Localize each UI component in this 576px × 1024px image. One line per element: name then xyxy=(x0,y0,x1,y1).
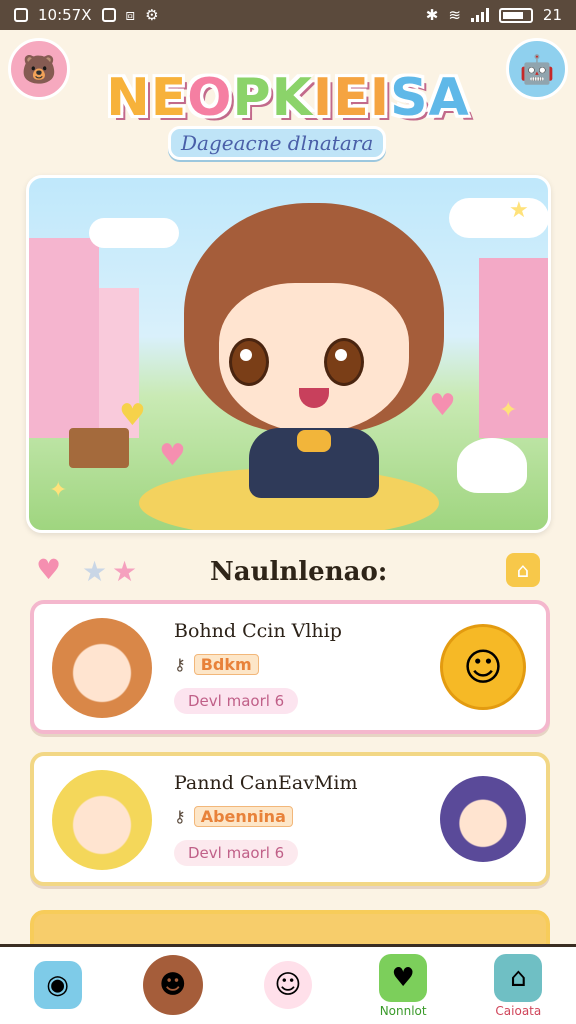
avatar xyxy=(52,770,152,870)
status-left: 10:57X ⧈ ⚙ xyxy=(14,6,159,24)
status-right: ✱ ≋ 21 xyxy=(426,6,562,24)
title-part: PK xyxy=(232,68,313,128)
character-sticker-icon xyxy=(440,776,526,862)
card-meta: ⚷ Abennina xyxy=(174,806,293,827)
ghost-icon xyxy=(457,438,527,493)
star-icon: ★ xyxy=(82,555,108,588)
heart-icon: ♥ xyxy=(159,438,186,473)
character-card[interactable]: Bohnd Ccin Vlhip ⚷ Bdkm Devl maorl 6 ☺ xyxy=(30,600,550,734)
star-icon: ★ xyxy=(112,555,138,588)
key-icon: ⚷ xyxy=(174,655,186,674)
hero-banner[interactable]: ♥ ♥ ♥ ★ ✦ ✦ xyxy=(26,175,551,533)
section-header: ♥ ★ ★ Naulnlenao: ⌂ xyxy=(30,553,550,593)
heart-icon: ♥ xyxy=(429,388,456,423)
app-title: NEOPKIEISA xyxy=(80,68,496,128)
character-bow xyxy=(297,430,331,452)
heart-icon: ♥ xyxy=(36,553,62,586)
heart-icon: ♥ xyxy=(379,953,428,1002)
avatar-icon: ☻ xyxy=(142,954,203,1015)
title-part: O xyxy=(187,68,233,128)
card-tag: Abennina xyxy=(193,806,293,827)
character-eye xyxy=(324,338,364,386)
settings-icon: ⚙ xyxy=(145,6,159,24)
sparkle-icon: ✦ xyxy=(499,398,518,423)
sparkle-icon: ✦ xyxy=(49,478,68,503)
cloud xyxy=(89,218,179,248)
nav-label: Nonnlot xyxy=(379,1003,427,1018)
nav-item-profile[interactable]: ☻ xyxy=(125,948,221,1024)
card-pill-button[interactable]: Devl maorl 6 xyxy=(174,688,299,714)
notification-icon xyxy=(14,8,28,22)
section-title: Naulnlenao: xyxy=(210,557,388,587)
robot-icon: ◉ xyxy=(33,960,82,1009)
card-tag: Bdkm xyxy=(193,654,259,675)
bench xyxy=(69,428,129,468)
nav-item-pets[interactable]: ☺ xyxy=(240,948,336,1024)
character-card[interactable]: Pannd CanEavMim ⚷ Abennina Devl maorl 6 xyxy=(30,752,550,886)
nav-label: Caioata xyxy=(495,1003,542,1018)
nav-item-shop[interactable]: ⌂ Caioata xyxy=(470,948,566,1024)
castle-tower xyxy=(29,238,99,438)
card-title: Pannd CanEavMim xyxy=(174,772,358,794)
app-subtitle: Dageacne dlnatara xyxy=(168,126,387,160)
status-time-right: 21 xyxy=(542,6,562,24)
app-header: 🐻 NEOPKIEISA Dageacne dlnatara 🤖 xyxy=(0,30,576,170)
bear-sticker-icon: ☺ xyxy=(440,624,526,710)
cloud xyxy=(449,198,548,238)
status-bar: 10:57X ⧈ ⚙ ✱ ≋ 21 xyxy=(0,0,576,30)
basket-icon: ⌂ xyxy=(494,953,543,1002)
signal-icon xyxy=(470,8,489,22)
character-eye xyxy=(229,338,269,386)
key-icon: ⚷ xyxy=(174,807,186,826)
star-icon: ★ xyxy=(509,198,529,223)
avatar xyxy=(52,618,152,718)
nav-item-favorites[interactable]: ♥ Nonnlot xyxy=(355,948,451,1024)
title-part: IEI xyxy=(312,68,391,128)
nav-item-home[interactable]: ◉ xyxy=(10,948,106,1024)
card-title: Bohnd Ccin Vlhip xyxy=(174,620,342,642)
wifi-icon: ≋ xyxy=(448,6,461,24)
card-pill-button[interactable]: Devl maorl 6 xyxy=(174,840,299,866)
image-icon xyxy=(101,8,116,22)
robot-mascot-icon[interactable]: 🤖 xyxy=(506,38,568,100)
title-part: SA xyxy=(390,68,470,128)
heart-icon: ♥ xyxy=(119,398,146,433)
clipboard-icon: ⧈ xyxy=(125,6,136,24)
bottom-nav: ◉ ☻ ☺ ♥ Nonnlot ⌂ Caioata xyxy=(0,944,576,1024)
basket-icon[interactable]: ⌂ xyxy=(506,553,540,587)
card-meta: ⚷ Bdkm xyxy=(174,654,259,675)
status-time-left: 10:57X xyxy=(38,6,92,24)
battery-icon xyxy=(498,7,533,23)
bluetooth-icon: ✱ xyxy=(425,6,439,24)
title-part: NE xyxy=(106,68,188,128)
bear-mascot-icon[interactable]: 🐻 xyxy=(8,38,70,100)
ghost-icon: ☺ xyxy=(263,960,312,1009)
